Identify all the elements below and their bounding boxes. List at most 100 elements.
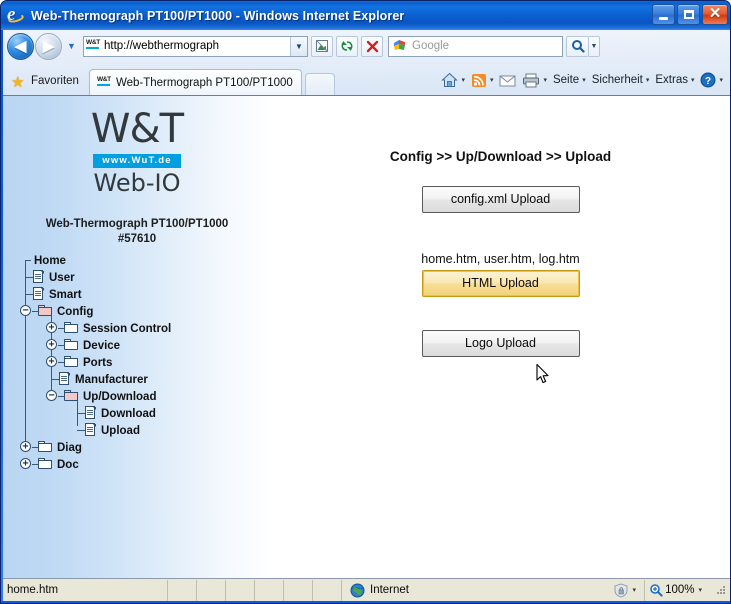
tree-label-device: Device [83,339,121,352]
expand-toggle-icon[interactable]: + [46,322,57,333]
zoom-icon [649,583,663,597]
tree-item-device[interactable]: + Device [19,337,259,354]
tree-item-user[interactable]: User [19,269,259,286]
collapse-toggle-icon[interactable]: − [20,305,31,316]
safety-menu-button[interactable]: Sicherheit ▾ [589,69,653,91]
rss-icon [471,73,486,87]
html-upload-button[interactable]: HTML Upload [421,270,580,297]
expand-toggle-icon[interactable]: + [46,356,57,367]
status-slot [226,580,254,601]
help-icon: ? [700,72,716,88]
stop-icon [366,40,378,52]
refresh-button[interactable] [336,35,358,57]
tree-item-session-control[interactable]: + Session Control [19,320,259,337]
favicon-text: W&T [86,39,100,46]
close-button[interactable]: ✕ [702,4,728,25]
resize-grip[interactable] [714,583,728,597]
chevron-down-icon: ▾ [719,77,723,84]
tools-menu-label: Extras [655,74,688,86]
tree-item-doc[interactable]: + Doc [19,456,259,473]
forward-button[interactable]: ▶ [35,32,62,60]
minimize-button[interactable] [652,4,675,25]
favorites-label: Favoriten [31,75,79,87]
chevron-down-icon: ▾ [489,77,494,84]
expand-toggle-icon[interactable]: + [20,458,31,469]
compatibility-view-icon [316,40,328,52]
wt-favicon-icon: W&T [86,39,101,53]
expand-toggle-icon[interactable]: + [20,441,31,452]
tree-item-config[interactable]: − Config [19,303,259,320]
status-slot [197,580,225,601]
collapse-toggle-icon[interactable]: − [46,390,57,401]
tree-label-config: Config [57,305,94,318]
status-bar: home.htm Internet ▾ 100% ▾ [3,578,730,601]
page-sidebar: W&T www.WuT.de Web-IO Web-Thermograph PT… [3,96,271,578]
back-button[interactable]: ◀ [7,32,34,60]
browser-chrome: ◀ ▶ ▼ W&T http://webthermograph ▼ Google… [3,30,730,95]
address-toolbar: ◀ ▶ ▼ W&T http://webthermograph ▼ Google… [3,30,730,62]
tree-label-updownload: Up/Download [83,390,157,403]
search-dropdown-button[interactable]: ▼ [589,35,600,57]
document-icon [59,372,71,386]
logo-upload-button[interactable]: Logo Upload [421,330,580,357]
tree-item-diag[interactable]: + Diag [19,439,259,456]
tab-web-thermograph[interactable]: W&T Web-Thermograph PT100/PT1000 [88,69,302,95]
print-icon [523,73,540,87]
tree-item-ports[interactable]: + Ports [19,354,259,371]
mail-button[interactable] [496,69,519,91]
address-input[interactable]: http://webthermograph [104,40,290,52]
status-slot [168,580,196,601]
address-dropdown-button[interactable]: ▼ [290,36,307,56]
tools-menu-button[interactable]: Extras ▾ [652,69,697,91]
tree-label-user: User [49,271,75,284]
svg-text:?: ? [705,76,711,87]
tree-item-manufacturer[interactable]: Manufacturer [19,371,259,388]
wt-logo: W&T www.WuT.de Web-IO [3,96,271,197]
maximize-button[interactable] [677,4,700,25]
page-viewport: W&T www.WuT.de Web-IO Web-Thermograph PT… [3,95,730,578]
tree-item-download[interactable]: Download [19,405,259,422]
chevron-down-icon: ▾ [543,77,547,84]
search-input[interactable]: Google [412,40,449,52]
compatibility-view-button[interactable] [311,35,333,57]
print-button[interactable]: ▾ [519,69,550,91]
folder-icon [38,458,53,470]
home-button[interactable]: ▾ [438,69,468,91]
logo-product-name: Web-IO [93,169,181,197]
address-bar[interactable]: W&T http://webthermograph ▼ [83,35,308,57]
status-slot [313,580,341,601]
security-zone-indicator[interactable]: Internet [342,583,609,598]
search-go-button[interactable] [566,35,589,57]
back-arrow-icon: ◀ [14,37,27,55]
new-tab-button[interactable] [304,73,335,95]
stop-button[interactable] [361,35,383,57]
device-serial: #57610 [117,233,157,245]
favorites-button[interactable]: ★ Favoriten [9,68,85,94]
expand-toggle-icon[interactable]: + [46,339,57,350]
html-upload-row: HTML Upload [271,270,730,297]
config-xml-upload-button[interactable]: config.xml Upload [421,186,580,213]
page-menu-button[interactable]: Seite ▾ [550,69,589,91]
protected-mode-indicator[interactable]: ▾ [609,583,645,598]
feeds-button[interactable]: ▾ [468,69,497,91]
tree-item-upload[interactable]: Upload [19,422,259,439]
tree-item-updownload[interactable]: − Up/Download [19,388,259,405]
page-title: Config >> Up/Download >> Upload [389,149,612,164]
home-icon [441,72,459,87]
search-icon [571,40,585,53]
chevron-down-icon: ▾ [632,587,637,594]
search-box[interactable]: Google [388,35,563,57]
zoom-level-label: 100% [665,584,695,596]
help-button[interactable]: ? ▾ [697,69,726,91]
tab-bar: ★ Favoriten W&T Web-Thermograph PT100/PT… [3,62,730,95]
tree-item-smart[interactable]: Smart [19,286,259,303]
tree-label-ports: Ports [83,356,113,369]
recent-pages-button[interactable]: ▼ [64,36,79,56]
chevron-down-icon: ▾ [690,77,695,84]
tree-label-diag: Diag [57,441,82,454]
window-controls: ✕ [652,4,728,25]
browser-window: e Web-Thermograph PT100/PT1000 - Windows… [0,0,731,604]
safety-menu-label: Sicherheit [591,74,643,86]
tree-item-home[interactable]: Home [19,252,259,269]
zoom-control[interactable]: 100% ▾ [645,583,712,597]
